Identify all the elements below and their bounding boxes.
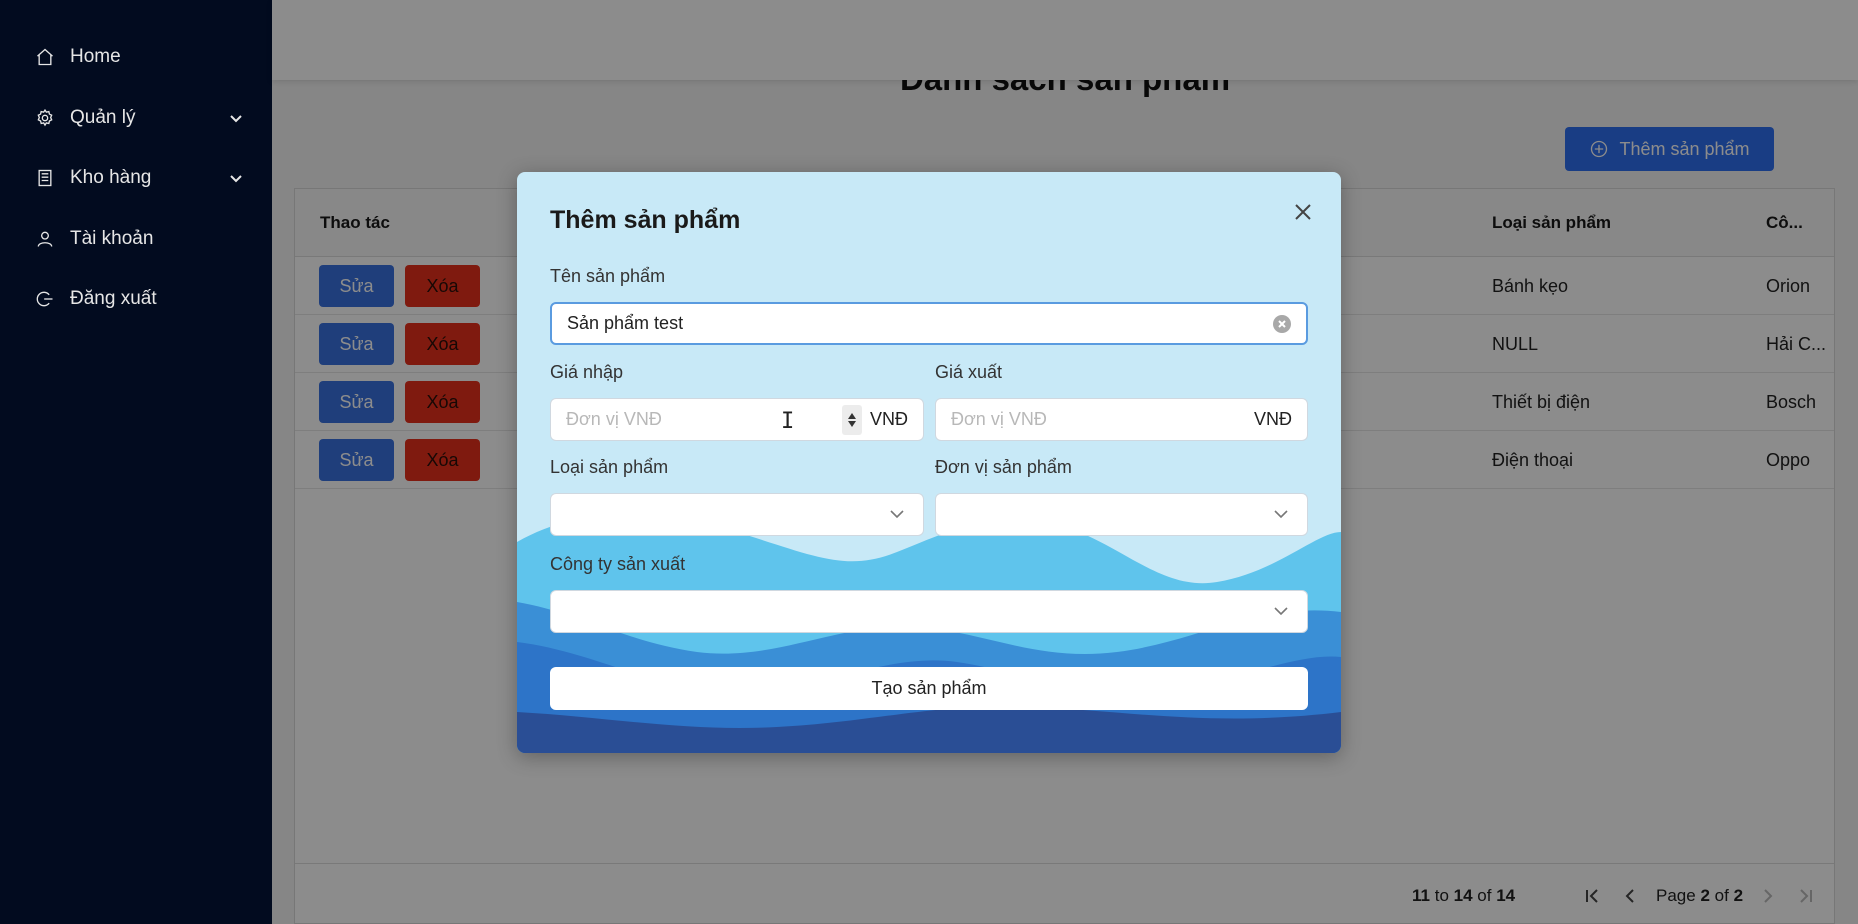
chevron-down-icon	[228, 110, 244, 126]
company-label: Công ty sản xuất	[550, 554, 686, 574]
sidebar: Home Quản lý Kho hàng Tài khoản Đăng xuấ…	[0, 0, 272, 924]
close-icon[interactable]	[1291, 200, 1315, 224]
sidebar-item-dang-xuat[interactable]: Đăng xuất	[34, 282, 244, 316]
modal-title: Thêm sản phẩm	[550, 206, 741, 234]
import-price-input[interactable]: Đơn vị VNĐ VNĐ	[550, 398, 924, 441]
add-product-modal: Thêm sản phẩm Tên sản phẩm Sản phẩm test…	[517, 172, 1341, 753]
category-select[interactable]	[550, 493, 924, 536]
sidebar-item-label: Đăng xuất	[70, 288, 157, 309]
product-name-input[interactable]: Sản phẩm test	[550, 302, 1308, 345]
chevron-down-icon	[888, 505, 908, 525]
user-icon	[34, 228, 56, 250]
clear-icon[interactable]	[1273, 314, 1291, 333]
text-cursor-icon: I	[781, 409, 795, 434]
sidebar-item-label: Quản lý	[70, 107, 136, 128]
gear-icon	[34, 107, 56, 129]
unit-label: Đơn vị sản phẩm	[935, 457, 1072, 477]
company-select[interactable]	[550, 590, 1308, 633]
export-price-placeholder: Đơn vị VNĐ	[951, 409, 1047, 429]
sidebar-item-label: Kho hàng	[70, 167, 152, 188]
create-product-button[interactable]: Tạo sản phẩm	[550, 667, 1308, 710]
chevron-down-icon	[1272, 505, 1292, 525]
home-icon	[34, 46, 56, 68]
chevron-down-icon	[228, 170, 244, 186]
chevron-down-icon	[1272, 602, 1292, 622]
sidebar-item-label: Home	[70, 46, 121, 67]
sidebar-item-home[interactable]: Home	[34, 40, 244, 74]
sidebar-item-tai-khoan[interactable]: Tài khoản	[34, 222, 244, 256]
sidebar-item-quan-ly[interactable]: Quản lý	[34, 101, 244, 135]
export-price-label: Giá xuất	[935, 362, 1003, 382]
currency-suffix: VNĐ	[1253, 409, 1292, 429]
stepper-up-icon[interactable]	[847, 412, 857, 420]
product-name-label: Tên sản phẩm	[550, 266, 666, 286]
logout-icon	[34, 288, 56, 310]
product-name-value: Sản phẩm test	[567, 313, 684, 333]
stepper-down-icon[interactable]	[847, 420, 857, 428]
number-stepper[interactable]	[841, 404, 862, 435]
warehouse-icon	[34, 167, 56, 189]
export-price-input[interactable]: Đơn vị VNĐ VNĐ	[935, 398, 1308, 441]
sidebar-item-label: Tài khoản	[70, 228, 154, 249]
unit-select[interactable]	[935, 493, 1308, 536]
category-label: Loại sản phẩm	[550, 457, 669, 477]
currency-suffix: VNĐ	[869, 409, 908, 429]
sidebar-item-kho-hang[interactable]: Kho hàng	[34, 161, 244, 195]
import-price-placeholder: Đơn vị VNĐ	[566, 409, 662, 429]
import-price-label: Giá nhập	[550, 362, 624, 382]
